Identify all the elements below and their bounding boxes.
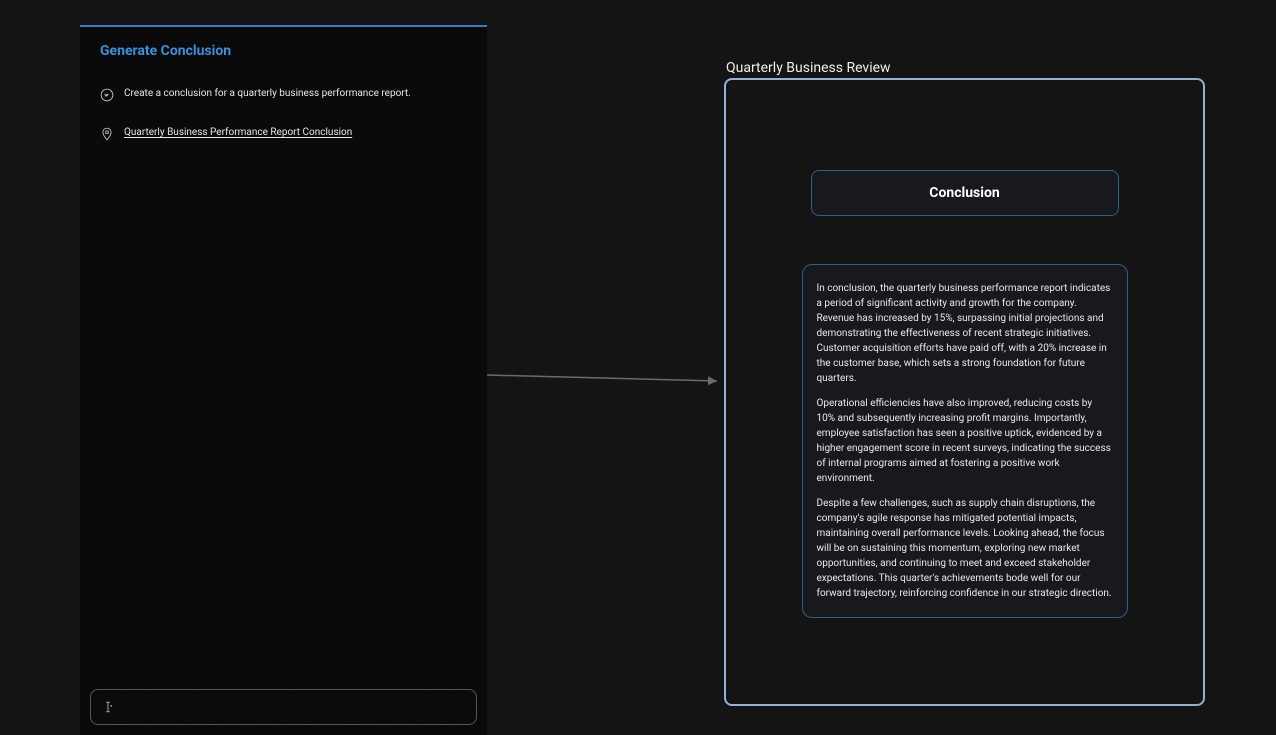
location-pin-icon: [100, 127, 114, 141]
paragraph: Operational efficiencies have also impro…: [817, 396, 1113, 486]
chat-message-text: Create a conclusion for a quarterly busi…: [124, 87, 411, 101]
section-heading: Conclusion: [811, 170, 1119, 216]
paragraph: Despite a few challenges, such as supply…: [817, 496, 1113, 601]
document-title: Quarterly Business Review: [726, 60, 891, 76]
arrow-icon: [487, 370, 724, 390]
section-body: In conclusion, the quarterly business pe…: [802, 264, 1128, 618]
chat-message: Create a conclusion for a quarterly busi…: [100, 75, 467, 114]
chat-messages: Create a conclusion for a quarterly busi…: [80, 67, 487, 679]
chat-message-link[interactable]: Quarterly Business Performance Report Co…: [124, 126, 352, 140]
paragraph: In conclusion, the quarterly business pe…: [817, 281, 1113, 386]
chat-input-row: [80, 679, 487, 735]
user-circle-icon: [100, 88, 114, 102]
chat-input[interactable]: [90, 689, 477, 725]
chat-input-field[interactable]: [121, 701, 466, 713]
document-preview: Conclusion In conclusion, the quarterly …: [724, 78, 1205, 706]
chat-message[interactable]: Quarterly Business Performance Report Co…: [100, 114, 467, 153]
chat-panel: Generate Conclusion Create a conclusion …: [80, 25, 487, 735]
chat-panel-title: Generate Conclusion: [80, 27, 487, 67]
text-cursor-icon: [101, 700, 115, 714]
